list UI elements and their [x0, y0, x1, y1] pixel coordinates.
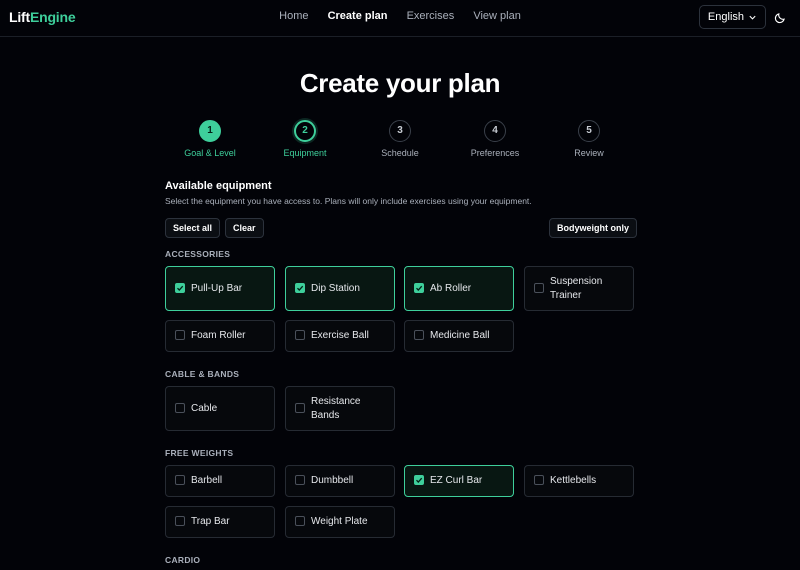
- nav-create-plan[interactable]: Create plan: [328, 10, 388, 22]
- equipment-option-suspension-trainer[interactable]: Suspension Trainer: [524, 266, 634, 311]
- equipment-name: EZ Curl Bar: [430, 475, 483, 486]
- step-label: Equipment: [283, 148, 327, 158]
- equipment-name: Trap Bar: [191, 516, 230, 527]
- category-label-cardio: CARDIO: [165, 555, 201, 565]
- checkbox[interactable]: [295, 330, 305, 340]
- equipment-option-kettlebells[interactable]: Kettlebells: [524, 465, 634, 497]
- step-number: 4: [484, 120, 506, 142]
- check-icon: [416, 285, 423, 291]
- category-label-free-weights: FREE WEIGHTS: [165, 448, 234, 458]
- language-value: English: [707, 11, 744, 23]
- equipment-section-title: Available equipment: [165, 180, 272, 192]
- checkbox[interactable]: [175, 475, 185, 485]
- step-preferences[interactable]: 4 Preferences: [445, 120, 545, 158]
- step-goal-level[interactable]: 1 Goal & Level: [160, 120, 260, 158]
- top-bar: LiftEngine Home Create plan Exercises Vi…: [0, 0, 800, 37]
- step-number: 1: [199, 120, 221, 142]
- checkbox[interactable]: [414, 330, 424, 340]
- checkbox[interactable]: [175, 330, 185, 340]
- step-label: Review: [574, 148, 604, 158]
- equipment-name: Dumbbell: [311, 475, 354, 486]
- equipment-name: Ab Roller: [430, 282, 472, 294]
- step-label: Preferences: [470, 148, 520, 158]
- equipment-option-weight-plate[interactable]: Weight Plate: [285, 506, 395, 538]
- step-label: Goal & Level: [184, 148, 236, 158]
- checkbox[interactable]: [295, 402, 305, 413]
- stepper: 1 Goal & Level 2 Equipment 3 Schedule 4 …: [0, 120, 800, 160]
- checkbox[interactable]: [295, 282, 305, 293]
- check-icon: [177, 285, 184, 291]
- step-schedule[interactable]: 3 Schedule: [350, 120, 450, 158]
- equipment-option-pull-up-bar[interactable]: Pull-Up Bar: [165, 266, 275, 311]
- clear-button[interactable]: Clear: [225, 218, 264, 238]
- equipment-name: Exercise Ball: [311, 330, 369, 341]
- equipment-name: Resistance Bands: [311, 395, 361, 421]
- step-number: 2: [294, 120, 316, 142]
- step-number: 3: [389, 120, 411, 142]
- chevron-down-icon: [749, 15, 756, 20]
- checkbox[interactable]: [295, 516, 305, 526]
- checkbox[interactable]: [175, 516, 185, 526]
- equipment-option-dip-station[interactable]: Dip Station: [285, 266, 395, 311]
- equipment-name: Pull-Up Bar: [191, 282, 243, 294]
- equipment-name: Weight Plate: [311, 516, 368, 527]
- checkbox[interactable]: [414, 282, 424, 293]
- checkbox[interactable]: [534, 475, 544, 485]
- equipment-name: Foam Roller: [191, 330, 246, 341]
- checkbox[interactable]: [295, 475, 305, 485]
- equipment-name: Barbell: [191, 475, 223, 486]
- equipment-name: Medicine Ball: [430, 330, 490, 341]
- check-icon: [416, 477, 423, 483]
- nav-view-plan[interactable]: View plan: [473, 10, 521, 22]
- equipment-option-dumbbell[interactable]: Dumbbell: [285, 465, 395, 497]
- equipment-option-ez-curl-bar[interactable]: EZ Curl Bar: [404, 465, 514, 497]
- main-nav: Home Create plan Exercises View plan: [0, 10, 800, 22]
- checkbox[interactable]: [175, 282, 185, 293]
- language-select[interactable]: English: [698, 5, 766, 29]
- category-label-accessories: ACCESSORIES: [165, 249, 231, 259]
- bodyweight-only-button[interactable]: Bodyweight only: [549, 218, 637, 238]
- check-icon: [297, 285, 304, 291]
- checkbox[interactable]: [175, 402, 185, 413]
- nav-exercises[interactable]: Exercises: [407, 10, 455, 22]
- equipment-option-ab-roller[interactable]: Ab Roller: [404, 266, 514, 311]
- equipment-name: Dip Station: [311, 282, 360, 294]
- equipment-option-cable[interactable]: Cable: [165, 386, 275, 431]
- category-label-cable-bands: CABLE & BANDS: [165, 369, 240, 379]
- equipment-option-trap-bar[interactable]: Trap Bar: [165, 506, 275, 538]
- equipment-option-medicine-ball[interactable]: Medicine Ball: [404, 320, 514, 352]
- equipment-option-resistance-bands[interactable]: Resistance Bands: [285, 386, 395, 431]
- moon-icon[interactable]: [774, 10, 788, 24]
- equipment-name: Suspension Trainer: [550, 275, 603, 301]
- checkbox[interactable]: [414, 475, 424, 485]
- checkbox[interactable]: [534, 282, 544, 293]
- step-number: 5: [578, 120, 600, 142]
- equipment-section-description: Select the equipment you have access to.…: [165, 196, 532, 206]
- step-label: Schedule: [381, 148, 419, 158]
- equipment-name: Cable: [191, 402, 218, 414]
- equipment-option-foam-roller[interactable]: Foam Roller: [165, 320, 275, 352]
- nav-home[interactable]: Home: [279, 10, 308, 22]
- step-equipment[interactable]: 2 Equipment: [255, 120, 355, 158]
- equipment-name: Kettlebells: [550, 475, 597, 486]
- equipment-option-exercise-ball[interactable]: Exercise Ball: [285, 320, 395, 352]
- step-review[interactable]: 5 Review: [539, 120, 639, 158]
- page-title: Create your plan: [299, 68, 501, 98]
- equipment-option-barbell[interactable]: Barbell: [165, 465, 275, 497]
- select-all-button[interactable]: Select all: [165, 218, 221, 238]
